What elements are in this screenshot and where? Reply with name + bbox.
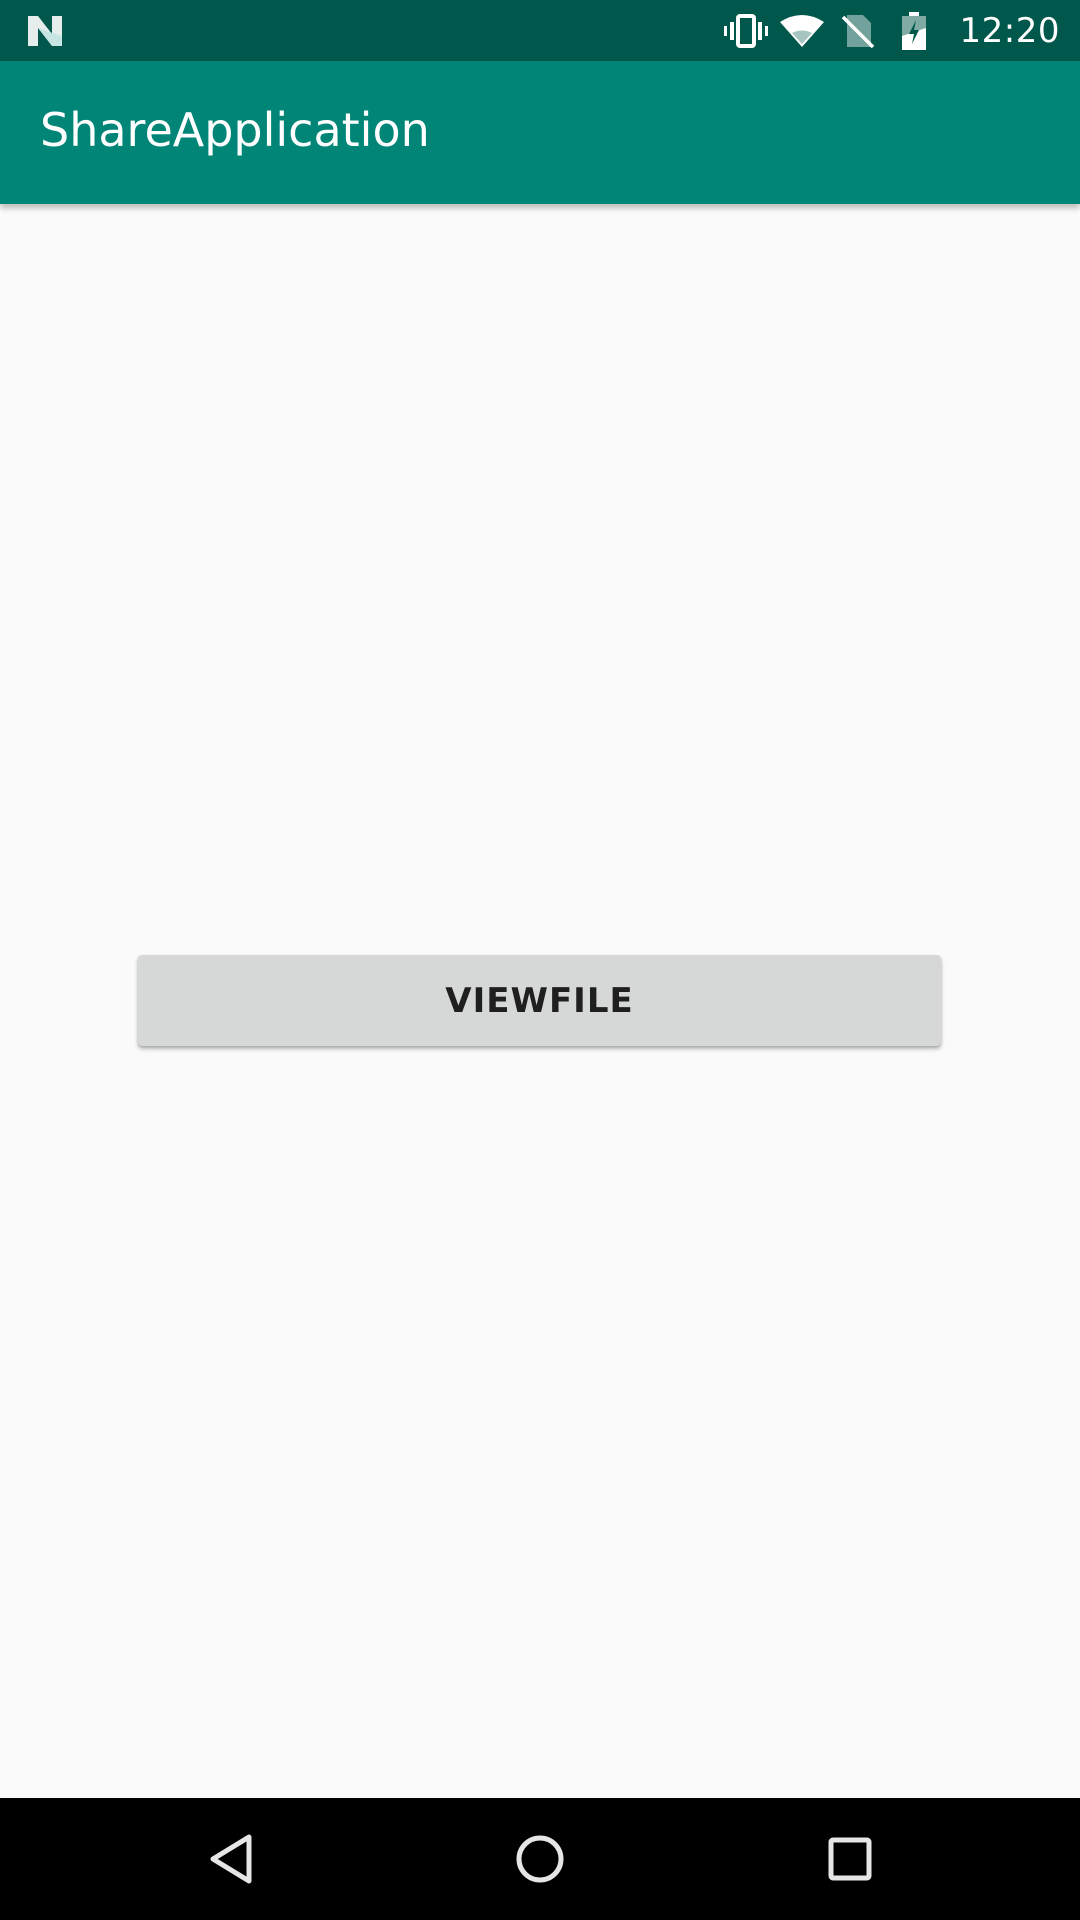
no-sim-icon [834,11,882,51]
home-icon[interactable] [505,1824,575,1894]
main-content: VIEWFILE [0,204,1080,1798]
back-icon[interactable] [196,1824,266,1894]
battery-charging-icon [890,11,938,51]
status-time: 12:20 [959,10,1060,51]
wifi-icon [778,11,826,51]
app-bar: ShareApplication [0,61,1080,204]
page-title: ShareApplication [40,103,430,157]
android-n-icon [28,16,62,46]
status-bar: 12:20 [0,0,1080,61]
status-icons: 12:20 [722,0,1080,61]
vibrate-icon [722,11,770,51]
recents-icon[interactable] [815,1824,885,1894]
navigation-bar [0,1798,1080,1920]
view-file-button[interactable]: VIEWFILE [138,955,941,1046]
